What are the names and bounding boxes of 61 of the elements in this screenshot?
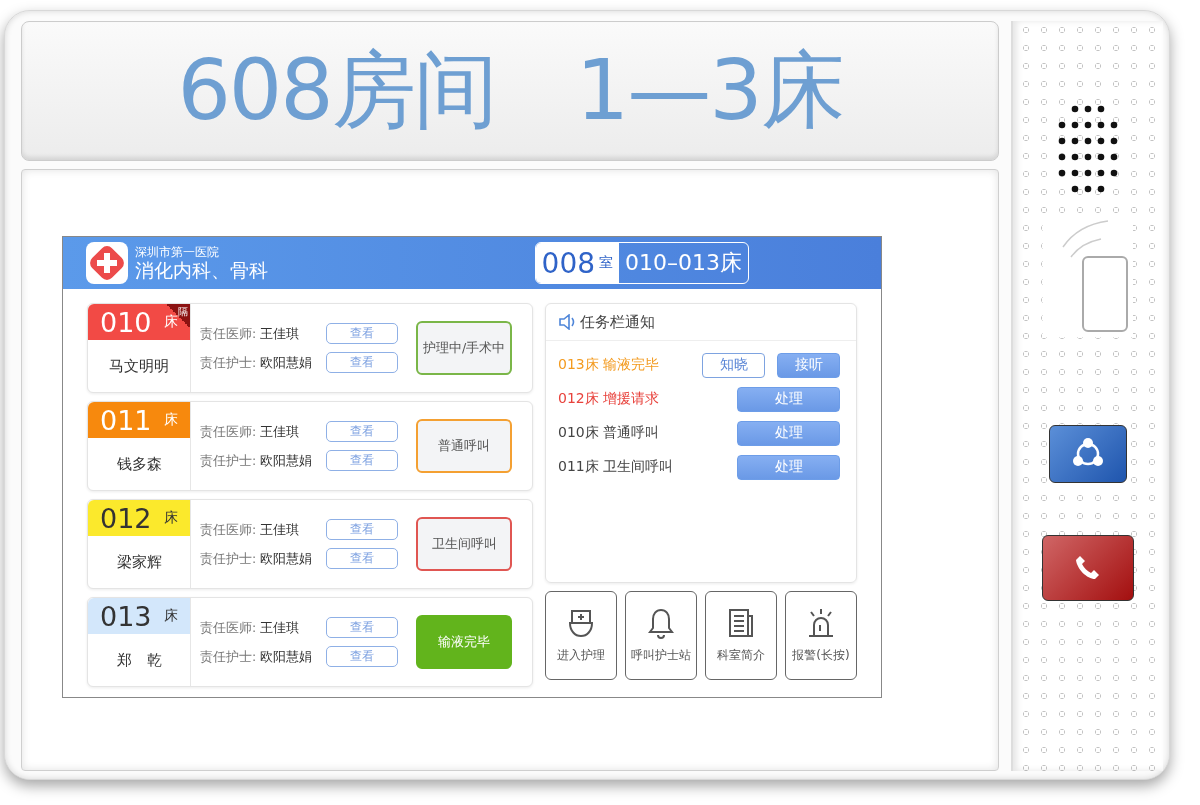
speaker-icon	[558, 314, 576, 330]
notice-text: 010床 普通呼叫	[558, 424, 660, 442]
view-button[interactable]: 查看	[326, 548, 398, 569]
nurse-line: 责任护士: 欧阳慧娟	[200, 647, 314, 666]
notice-text: 011床 卫生间呼叫	[558, 458, 674, 476]
room-label-text: 1—3床	[575, 40, 843, 141]
department-name: 消化内科、骨科	[135, 259, 269, 281]
view-button[interactable]: 查看	[326, 519, 398, 540]
room-unit: 室	[599, 254, 613, 272]
hospital-name: 深圳市第一医院	[135, 245, 220, 259]
view-button[interactable]: 查看	[326, 421, 398, 442]
patient-name: 马文明明	[108, 355, 170, 377]
action-button[interactable]: 科室简介	[705, 591, 777, 680]
action-button[interactable]: 进入护理	[545, 591, 617, 680]
action-button[interactable]: 呼叫护士站	[625, 591, 697, 680]
status-button[interactable]: 普通呼叫	[416, 419, 512, 473]
doctor-line: 责任医师: 王佳琪	[200, 422, 301, 441]
bed-unit: 床	[164, 509, 178, 527]
bed-unit: 床	[164, 607, 178, 625]
doctor-line: 责任医师: 王佳琪	[200, 324, 301, 343]
doctor-line: 责任医师: 王佳琪	[200, 618, 301, 637]
notice-text: 013床 输液完毕	[558, 356, 660, 374]
notice-button[interactable]: 处理	[737, 454, 840, 480]
status-button[interactable]: 输液完毕	[416, 615, 512, 669]
notice-button[interactable]: 知晓	[702, 352, 765, 378]
hospital-cross-logo	[85, 241, 129, 285]
nurse-cap-icon	[566, 607, 596, 639]
patient-name: 梁家辉	[115, 551, 163, 573]
status-button[interactable]: 卫生间呼叫	[416, 517, 512, 571]
alarm-light-icon	[806, 607, 836, 639]
view-button[interactable]: 查看	[326, 646, 398, 667]
nurse-line: 责任护士: 欧阳慧娟	[200, 549, 314, 568]
notice-title: 任务栏通知	[580, 312, 655, 332]
beds-range: 010–013床	[624, 249, 743, 277]
nurse-line: 责任护士: 欧阳慧娟	[200, 353, 314, 372]
action-button[interactable]: 报警(长按)	[785, 591, 857, 680]
bed-unit: 床	[164, 313, 178, 331]
view-button[interactable]: 查看	[326, 617, 398, 638]
notice-text: 012床 增援请求	[558, 390, 660, 408]
room-number: 008	[541, 246, 595, 280]
notice-button[interactable]: 处理	[737, 420, 840, 446]
doctor-line: 责任医师: 王佳琪	[200, 520, 301, 539]
view-button[interactable]: 查看	[326, 323, 398, 344]
notice-button[interactable]: 接听	[777, 352, 840, 378]
view-button[interactable]: 查看	[326, 450, 398, 471]
patient-name: 郑 乾	[115, 649, 163, 671]
bell-icon	[646, 607, 676, 639]
patient-name: 钱多森	[115, 453, 163, 475]
bed-number: 013	[100, 600, 152, 632]
share-button[interactable]	[1049, 425, 1127, 483]
bed-unit: 床	[164, 411, 178, 429]
document-icon	[726, 607, 756, 639]
bed-number: 011	[100, 404, 152, 436]
bed-number: 012	[100, 502, 152, 534]
hang-up-button[interactable]	[1042, 535, 1134, 601]
view-button[interactable]: 查看	[326, 352, 398, 373]
room-label-text: 608房间	[177, 40, 496, 141]
status-button[interactable]: 护理中/手术中	[416, 321, 512, 375]
bed-number: 010	[100, 306, 152, 338]
notice-button[interactable]: 处理	[737, 386, 840, 412]
nurse-line: 责任护士: 欧阳慧娟	[200, 451, 314, 470]
